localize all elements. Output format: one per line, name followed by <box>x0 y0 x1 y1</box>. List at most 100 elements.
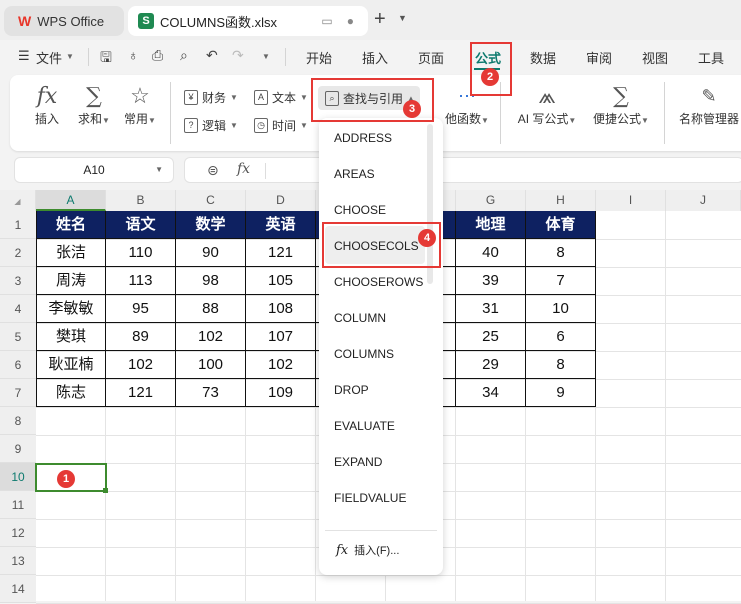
table-cell[interactable]: 102 <box>246 351 316 379</box>
column-header-H[interactable]: H <box>526 190 596 211</box>
row-header-4[interactable]: 4 <box>0 295 36 323</box>
table-cell[interactable]: 张洁 <box>36 239 106 267</box>
column-header-C[interactable]: C <box>176 190 246 211</box>
table-cell[interactable]: 29 <box>456 351 526 379</box>
table-cell[interactable]: 6 <box>526 323 596 351</box>
new-tab-button[interactable]: + <box>374 8 386 31</box>
table-cell[interactable]: 7 <box>526 267 596 295</box>
dropdown-item-columns[interactable]: COLUMNS <box>334 347 394 361</box>
save-icon[interactable]: 🖫 <box>100 47 112 71</box>
dropdown-item-choose[interactable]: CHOOSE <box>334 203 386 217</box>
insert-function-button[interactable]: fx 插入 <box>28 84 66 127</box>
table-header-cell[interactable]: 体育 <box>526 211 596 239</box>
table-cell[interactable]: 121 <box>106 379 176 407</box>
table-cell[interactable]: 耿亚楠 <box>36 351 106 379</box>
undo-icon[interactable]: ↶ <box>206 47 218 64</box>
table-header-cell[interactable]: 英语 <box>246 211 316 239</box>
tab-tools[interactable]: 工具 <box>698 48 724 67</box>
tab-page[interactable]: 页面 <box>418 48 444 67</box>
dropdown-item-evaluate[interactable]: EVALUATE <box>334 419 395 433</box>
dropdown-item-address[interactable]: ADDRESS <box>334 131 392 145</box>
dropdown-item-column[interactable]: COLUMN <box>334 311 386 325</box>
redo-icon[interactable]: ↷ <box>232 47 244 64</box>
name-manager-button[interactable]: ✎ 名称管理器 <box>674 84 741 127</box>
table-cell[interactable]: 8 <box>526 351 596 379</box>
tab-workbook[interactable]: S COLUMNS函数.xlsx ▭ ● <box>128 6 368 36</box>
row-header-7[interactable]: 7 <box>0 379 36 407</box>
column-header-D[interactable]: D <box>246 190 316 211</box>
row-header-10[interactable]: 10 <box>0 463 36 491</box>
chevron-down-icon[interactable]: ▼ <box>398 13 407 23</box>
table-cell[interactable]: 周涛 <box>36 267 106 295</box>
table-cell[interactable]: 90 <box>176 239 246 267</box>
dot-icon[interactable]: ● <box>347 14 354 28</box>
name-box[interactable]: A10 ▼ <box>14 157 174 183</box>
table-cell[interactable]: 108 <box>246 295 316 323</box>
text-button[interactable]: A 文本 ▼ <box>254 89 308 106</box>
row-header-12[interactable]: 12 <box>0 519 36 547</box>
table-cell[interactable]: 102 <box>106 351 176 379</box>
row-header-11[interactable]: 11 <box>0 491 36 519</box>
fx-icon[interactable]: fx <box>237 161 250 177</box>
table-cell[interactable]: 98 <box>176 267 246 295</box>
dropdown-item-drop[interactable]: DROP <box>334 383 369 397</box>
table-cell[interactable]: 39 <box>456 267 526 295</box>
autosum-button[interactable]: ∑ 求和▼ <box>72 84 116 127</box>
table-cell[interactable]: 110 <box>106 239 176 267</box>
column-header-I[interactable]: I <box>596 190 666 211</box>
table-cell[interactable]: 34 <box>456 379 526 407</box>
hamburger-icon[interactable]: ☰ <box>18 48 30 64</box>
tab-home[interactable]: 开始 <box>306 48 332 67</box>
table-header-cell[interactable]: 数学 <box>176 211 246 239</box>
tab-review[interactable]: 审阅 <box>586 48 612 67</box>
table-cell[interactable]: 樊琪 <box>36 323 106 351</box>
select-all-corner[interactable]: ◢ <box>0 190 36 211</box>
table-cell[interactable]: 95 <box>106 295 176 323</box>
dropdown-item-chooserows[interactable]: CHOOSEROWS <box>334 275 423 289</box>
table-cell[interactable]: 121 <box>246 239 316 267</box>
column-header-J[interactable]: J <box>666 190 741 211</box>
table-cell[interactable]: 89 <box>106 323 176 351</box>
dropdown-item-areas[interactable]: AREAS <box>334 167 375 181</box>
zoom-formula-icon[interactable]: ⊜ <box>207 162 219 179</box>
file-menu[interactable]: 文件 <box>36 48 62 67</box>
row-header-14[interactable]: 14 <box>0 575 36 603</box>
row-header-9[interactable]: 9 <box>0 435 36 463</box>
row-header-13[interactable]: 13 <box>0 547 36 575</box>
row-header-1[interactable]: 1 <box>0 211 36 239</box>
dropdown-item-expand[interactable]: EXPAND <box>334 455 382 469</box>
table-header-cell[interactable]: 地理 <box>456 211 526 239</box>
row-header-3[interactable]: 3 <box>0 267 36 295</box>
time-button[interactable]: ◷ 时间 ▼ <box>254 117 308 134</box>
column-header-A[interactable]: A <box>36 190 106 211</box>
table-header-cell[interactable]: 语文 <box>106 211 176 239</box>
table-cell[interactable]: 10 <box>526 295 596 323</box>
table-cell[interactable]: 40 <box>456 239 526 267</box>
table-cell[interactable]: 107 <box>246 323 316 351</box>
column-header-B[interactable]: B <box>106 190 176 211</box>
print-icon[interactable]: ⎙ <box>152 47 163 64</box>
row-header-2[interactable]: 2 <box>0 239 36 267</box>
finance-button[interactable]: ¥ 财务 ▼ <box>184 89 238 106</box>
chevron-down-icon[interactable]: ▼ <box>155 158 163 182</box>
quick-formula-button[interactable]: ∑ 便捷公式▼ <box>588 84 654 127</box>
table-cell[interactable]: 109 <box>246 379 316 407</box>
table-cell[interactable]: 105 <box>246 267 316 295</box>
logic-button[interactable]: ? 逻辑 ▼ <box>184 117 238 134</box>
table-cell[interactable]: 73 <box>176 379 246 407</box>
ai-formula-button[interactable]: ⩕ AI 写公式▼ <box>514 84 580 127</box>
print-preview-icon[interactable]: ⌕ <box>180 47 188 64</box>
formula-bar[interactable]: ⊜ fx <box>184 157 741 183</box>
tab-view[interactable]: 视图 <box>642 48 668 67</box>
share-icon[interactable]: ♁ <box>128 47 139 63</box>
tab-data[interactable]: 数据 <box>530 48 556 67</box>
chevron-down-icon[interactable]: ▼ <box>262 52 270 61</box>
table-cell[interactable]: 102 <box>176 323 246 351</box>
table-cell[interactable]: 31 <box>456 295 526 323</box>
table-cell[interactable]: 113 <box>106 267 176 295</box>
tab-wps-home[interactable]: W WPS Office <box>4 6 124 36</box>
dropdown-item-fieldvalue[interactable]: FIELDVALUE <box>334 491 406 505</box>
row-header-5[interactable]: 5 <box>0 323 36 351</box>
fill-handle[interactable] <box>103 488 108 493</box>
table-cell[interactable]: 9 <box>526 379 596 407</box>
